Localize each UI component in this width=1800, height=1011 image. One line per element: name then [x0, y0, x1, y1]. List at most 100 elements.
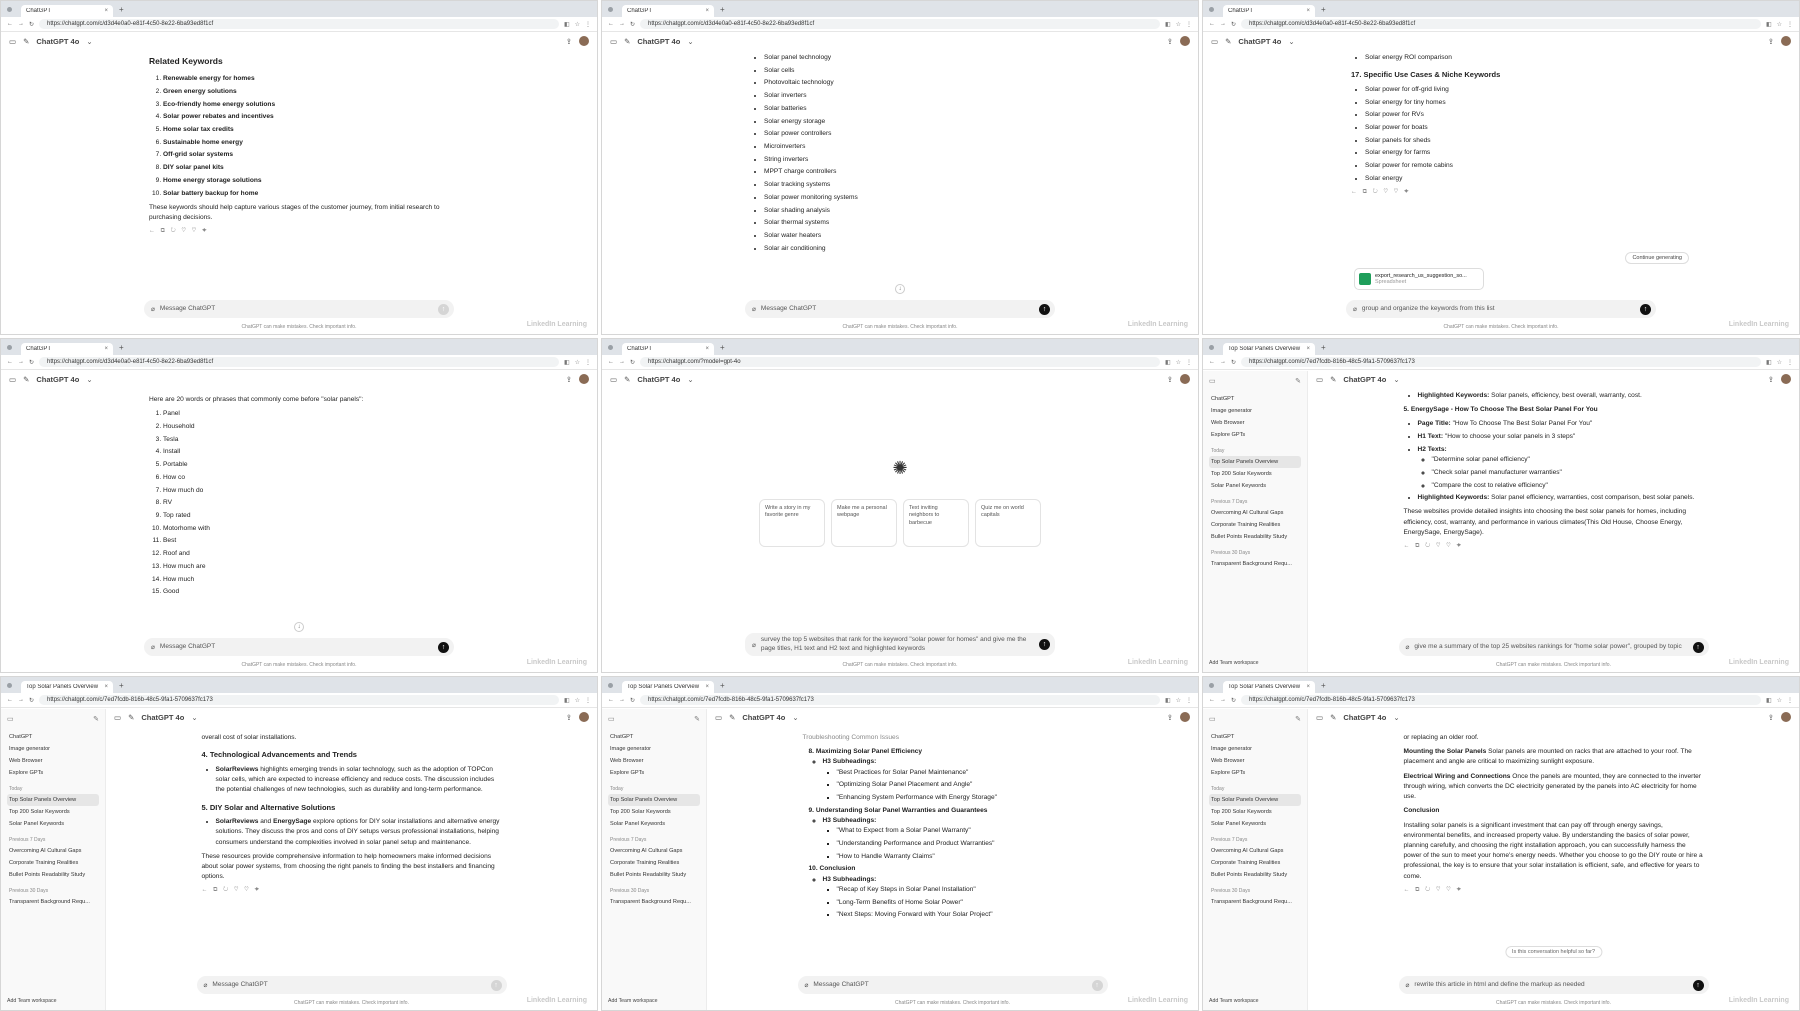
menu-icon[interactable]: ⋮	[1787, 697, 1793, 704]
new-tab-icon[interactable]: +	[119, 343, 124, 352]
address-bar[interactable]: https://chatgpt.com/c/7ed7fcdb-816b-48c5…	[640, 695, 1160, 705]
share-icon[interactable]: ⇪	[1167, 37, 1173, 46]
new-chat-icon[interactable]: ✎	[1295, 715, 1301, 723]
close-icon[interactable]: ×	[1306, 684, 1310, 690]
message-composer[interactable]: ⌀ Message ChatGPT ↑	[144, 638, 454, 656]
close-icon[interactable]: ×	[104, 346, 108, 352]
share-icon[interactable]: ⇪	[566, 713, 572, 722]
menu-icon[interactable]: ⋮	[1186, 21, 1192, 28]
new-chat-icon[interactable]: ✎	[1295, 377, 1301, 385]
share-icon[interactable]: ⇪	[1167, 375, 1173, 384]
new-tab-icon[interactable]: +	[1321, 681, 1326, 690]
new-chat-icon[interactable]: ✎	[128, 713, 134, 722]
message-composer[interactable]: ⌀ group and organize the keywords from t…	[1346, 300, 1656, 318]
send-button[interactable]: ↑	[1692, 641, 1704, 653]
star-icon[interactable]: ☆	[1176, 21, 1181, 28]
share-icon[interactable]: ⇪	[1768, 375, 1774, 384]
model-selector[interactable]: ChatGPT 4o	[1343, 713, 1386, 722]
close-icon[interactable]: ×	[705, 8, 709, 14]
history-item[interactable]: Top Solar Panels Overview	[1209, 794, 1301, 806]
new-chat-icon[interactable]: ✎	[93, 715, 99, 723]
sidebar-item[interactable]: ChatGPT	[608, 731, 700, 743]
message-input[interactable]: Message ChatGPT	[160, 305, 433, 313]
sidebar-item[interactable]: ChatGPT	[7, 731, 99, 743]
forward-icon[interactable]: →	[18, 359, 24, 365]
menu-icon[interactable]: ⋮	[1787, 359, 1793, 366]
sidebar-toggle-icon[interactable]: ▭	[715, 713, 722, 722]
history-item[interactable]: Transparent Background Requ...	[7, 896, 99, 908]
back-icon[interactable]: ←	[7, 697, 13, 703]
attach-icon[interactable]: ⌀	[752, 305, 756, 313]
history-item[interactable]: Transparent Background Requ...	[1209, 558, 1301, 570]
history-item[interactable]: Top 200 Solar Keywords	[608, 806, 700, 818]
history-item[interactable]: Overcoming AI Cultural Gaps	[608, 845, 700, 857]
new-tab-icon[interactable]: +	[1321, 343, 1326, 352]
scroll-down-icon[interactable]: ↓	[895, 284, 905, 294]
reload-icon[interactable]: ↻	[1231, 359, 1236, 366]
star-icon[interactable]: ☆	[1176, 359, 1181, 366]
history-item[interactable]: Solar Panel Keywords	[1209, 818, 1301, 830]
back-icon[interactable]: ←	[608, 697, 614, 703]
share-icon[interactable]: ⇪	[1167, 713, 1173, 722]
menu-icon[interactable]: ⋮	[585, 359, 591, 366]
back-icon[interactable]: ←	[1209, 697, 1215, 703]
menu-icon[interactable]: ⋮	[1787, 21, 1793, 28]
menu-icon[interactable]: ⋮	[1186, 697, 1192, 704]
back-icon[interactable]: ←	[1209, 21, 1215, 27]
send-button[interactable]: ↑	[490, 979, 502, 991]
sidebar-item[interactable]: Explore GPTs	[1209, 429, 1301, 441]
menu-icon[interactable]: ⋮	[1186, 359, 1192, 366]
extension-icon[interactable]: ◧	[1165, 359, 1171, 366]
avatar[interactable]	[579, 36, 589, 46]
model-selector[interactable]: ChatGPT 4o	[141, 713, 184, 722]
message-input[interactable]: rewrite this article in html and define …	[1414, 981, 1687, 989]
send-button[interactable]: ↑	[1692, 979, 1704, 991]
message-composer[interactable]: ⌀ rewrite this article in html and defin…	[1398, 976, 1709, 994]
sidebar-toggle-icon[interactable]: ▭	[1209, 715, 1216, 723]
address-bar[interactable]: https://chatgpt.com/c/7ed7fcdb-816b-48c5…	[1241, 357, 1761, 367]
new-tab-icon[interactable]: +	[1321, 5, 1326, 14]
sidebar-toggle-icon[interactable]: ▭	[608, 715, 615, 723]
sidebar-toggle-icon[interactable]: ▭	[1316, 713, 1323, 722]
forward-icon[interactable]: →	[18, 21, 24, 27]
sidebar-item[interactable]: Explore GPTs	[1209, 767, 1301, 779]
history-item[interactable]: Bullet Points Readability Study	[1209, 531, 1301, 543]
message-input[interactable]: group and organize the keywords from thi…	[1362, 305, 1635, 313]
message-composer[interactable]: ⌀ Message ChatGPT ↑	[745, 300, 1055, 318]
extension-icon[interactable]: ◧	[564, 21, 570, 28]
extension-icon[interactable]: ◧	[1165, 697, 1171, 704]
reload-icon[interactable]: ↻	[630, 21, 635, 28]
star-icon[interactable]: ☆	[1176, 697, 1181, 704]
sidebar-toggle-icon[interactable]: ▭	[114, 713, 121, 722]
address-bar[interactable]: https://chatgpt.com/c/d3d4e0a0-e81f-4c50…	[39, 357, 559, 367]
add-team-workspace-button[interactable]: Add Team workspace	[1209, 660, 1301, 666]
browser-tab[interactable]: Top Solar Panels Overview ×	[1223, 343, 1315, 355]
extension-icon[interactable]: ◧	[1766, 21, 1772, 28]
back-icon[interactable]: ←	[608, 359, 614, 365]
new-chat-icon[interactable]: ✎	[729, 713, 735, 722]
star-icon[interactable]: ☆	[575, 359, 580, 366]
send-button[interactable]: ↑	[438, 303, 449, 315]
close-icon[interactable]: ×	[705, 346, 709, 352]
message-input[interactable]: Message ChatGPT	[212, 981, 485, 989]
model-selector[interactable]: ChatGPT 4o	[1343, 375, 1386, 384]
sidebar-toggle-icon[interactable]: ▭	[610, 375, 617, 384]
history-item[interactable]: Corporate Training Realities	[1209, 857, 1301, 869]
history-item[interactable]: Bullet Points Readability Study	[1209, 869, 1301, 881]
message-actions[interactable]: ← ⧉ ↻ ♡ ♡ ✦	[1404, 542, 1704, 551]
forward-icon[interactable]: →	[619, 359, 625, 365]
close-icon[interactable]: ×	[104, 684, 108, 690]
suggestion-card[interactable]: Write a story in my favorite genre	[759, 498, 825, 547]
back-icon[interactable]: ←	[7, 359, 13, 365]
browser-tab[interactable]: Top Solar Panels Overview ×	[622, 681, 714, 693]
attach-icon[interactable]: ⌀	[1353, 305, 1357, 313]
avatar[interactable]	[1781, 712, 1791, 722]
sidebar-toggle-icon[interactable]: ▭	[9, 37, 16, 46]
star-icon[interactable]: ☆	[1777, 697, 1782, 704]
scroll-down-icon[interactable]: ↓	[294, 622, 304, 632]
model-selector[interactable]: ChatGPT 4o	[36, 375, 79, 384]
forward-icon[interactable]: →	[18, 697, 24, 703]
avatar[interactable]	[1180, 712, 1190, 722]
history-item[interactable]: Top Solar Panels Overview	[608, 794, 700, 806]
message-actions[interactable]: ← ⧉ ↻ ♡ ♡ ✦	[1404, 886, 1704, 895]
